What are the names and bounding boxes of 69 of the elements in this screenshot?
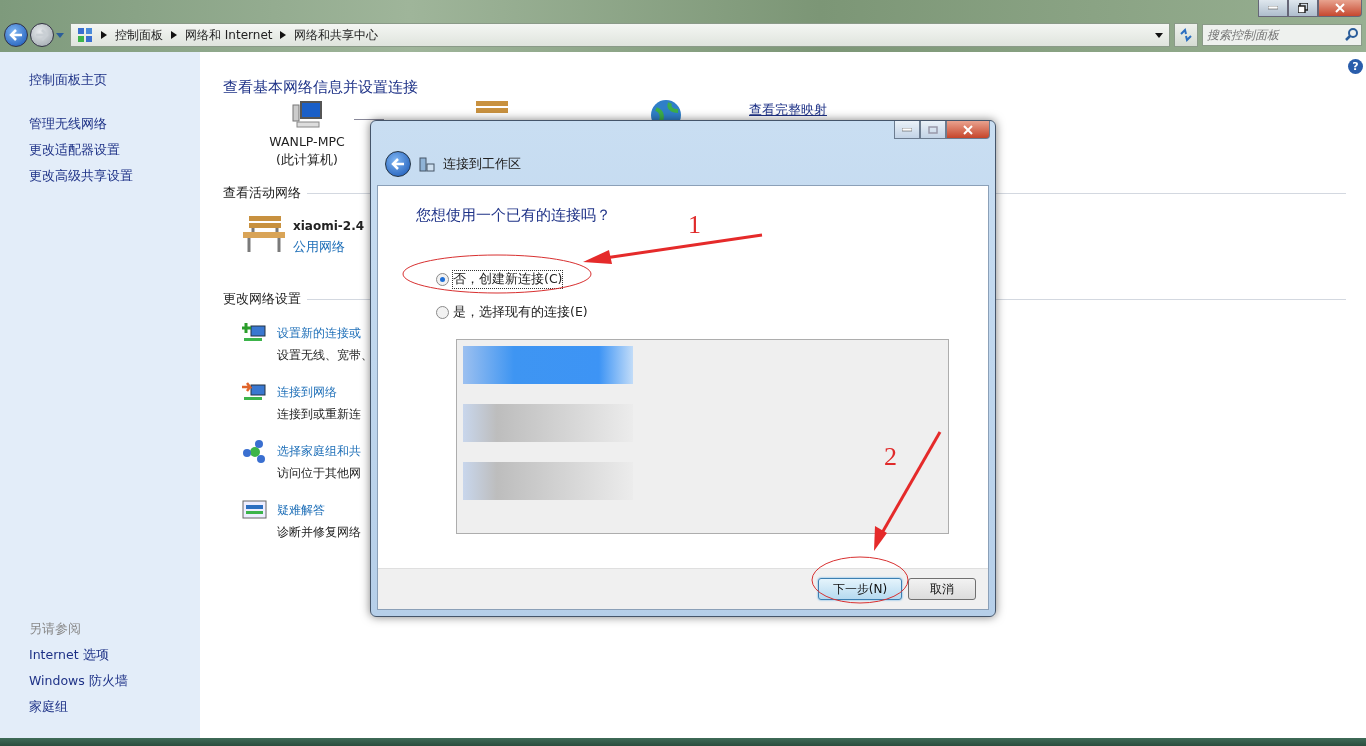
radio-button[interactable] [436,273,449,286]
maximize-button[interactable] [1288,0,1318,17]
bench-icon [241,214,287,254]
back-arrow-icon [391,158,405,170]
sidebar-link[interactable]: 管理无线网络 [29,116,200,133]
minimize-icon [1268,6,1278,10]
task-description: 设置无线、宽带、 [277,347,373,364]
dialog-button[interactable]: 下一步(N) [818,578,902,600]
task-link[interactable]: 疑难解答 [277,499,361,521]
page-title: 查看基本网络信息并设置连接 [223,78,419,97]
section-heading: 查看活动网络 [223,185,301,202]
sidebar-link[interactable]: Internet 选项 [29,647,200,664]
close-icon [1335,3,1345,13]
chevron-icon [101,31,107,39]
minimize-icon [902,127,912,132]
chevron-icon [280,31,287,39]
annotation-number: 1 [688,212,701,238]
search-icon [1345,28,1358,41]
address-bar[interactable]: 控制面板 网络和 Internet 网络和共享中心 [70,23,1170,47]
homegroup-icon [242,440,268,464]
sidebar-link[interactable]: 家庭组 [29,699,200,716]
section-heading: 更改网络设置 [223,291,301,308]
restore-icon [1298,3,1308,13]
sidebar-link[interactable]: Windows 防火墙 [29,673,200,690]
task-link[interactable]: 连接到网络 [277,381,361,403]
breadcrumb-item[interactable]: 控制面板 [115,26,163,44]
sidebar-link[interactable]: 更改适配器设置 [29,142,200,159]
full-map-link[interactable]: 查看完整映射 [749,102,827,119]
close-icon [963,124,973,135]
computer-name: WANLP-MPC (此计算机) [269,133,345,169]
network-name: xiaomi-2.4 [293,219,365,233]
refresh-icon [1179,28,1193,42]
dialog-title: 连接到工作区 [443,155,521,173]
task-description: 诊断并修复网络 [277,524,361,541]
chevron-icon [171,31,177,39]
search-field[interactable]: 搜索控制面板 [1202,24,1362,46]
sidebar-link[interactable]: 控制面板主页 [29,72,200,89]
breadcrumb-item[interactable]: 网络和 Internet [185,26,273,44]
task-link[interactable]: 设置新的连接或 [277,322,373,344]
caret-icon [56,32,64,38]
maximize-icon [928,125,938,134]
sidebar-link[interactable]: 更改高级共享设置 [29,168,200,185]
control-panel-icon [77,27,93,43]
troubleshoot-icon [242,499,268,521]
annotation-number: 2 [884,444,897,470]
radio-button[interactable] [436,306,449,319]
computer-icon [291,101,323,129]
minimize-button[interactable] [894,121,920,139]
network-type-link[interactable]: 公用网络 [293,239,365,256]
task-description: 访问位于其他网 [277,465,361,482]
dialog-button[interactable]: 取消 [908,578,976,600]
breadcrumb-item[interactable]: 网络和共享中心 [294,26,379,44]
task-description: 连接到或重新连 [277,406,361,423]
back-arrow-icon [9,29,23,41]
forward-button[interactable] [30,23,54,47]
workplace-icon [419,156,435,172]
see-also-heading: 另请参阅 [29,621,82,638]
close-button[interactable] [946,121,990,139]
close-button[interactable] [1318,0,1362,17]
refresh-button[interactable] [1174,23,1198,47]
radio-option[interactable]: 否，创建新连接(C) [436,271,563,288]
back-button[interactable] [4,23,28,47]
radio-option[interactable]: 是，选择现有的连接(E) [436,304,588,321]
help-button[interactable]: ? [1348,59,1363,74]
minimize-button[interactable] [1258,0,1288,17]
back-button[interactable] [385,151,411,177]
caret-icon [1155,32,1163,38]
dialog-question: 您想使用一个已有的连接吗？ [416,206,611,225]
task-link[interactable]: 选择家庭组和共 [277,440,361,462]
